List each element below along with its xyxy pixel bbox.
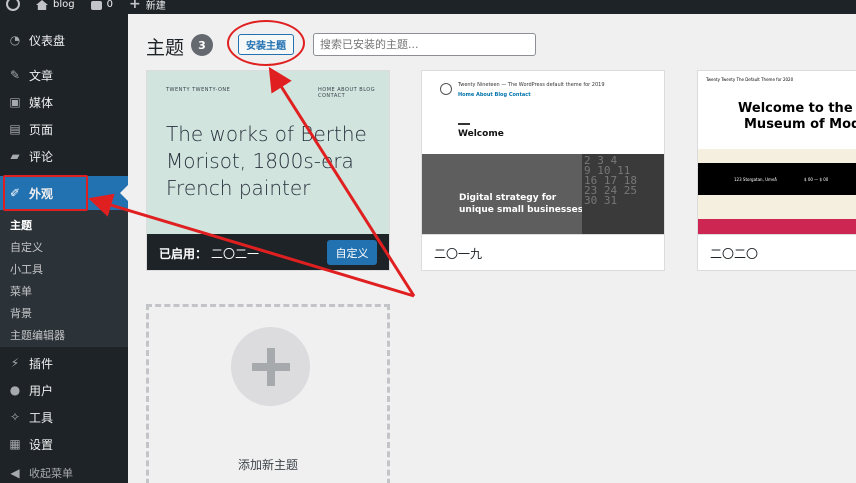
collapse-menu-label: 收起菜单 (29, 467, 73, 480)
install-theme-button[interactable]: 安装主题 (238, 34, 294, 55)
sidebar-item-label: 媒体 (29, 95, 54, 110)
page-title: 主题 (146, 37, 185, 59)
theme-screenshot: TWENTY TWENTY-ONE HOME ABOUT BLOG CONTAC… (147, 71, 389, 234)
preview-heading: The works of Berthe Morisot, 1800s-era F… (166, 122, 367, 200)
comments-count: 0 (106, 0, 113, 10)
theme-card-twentytwentyone[interactable]: TWENTY TWENTY-ONE HOME ABOUT BLOG CONTAC… (146, 70, 390, 271)
site-name-link[interactable]: blog (36, 0, 75, 10)
wordpress-logo-icon (6, 0, 20, 11)
new-content-link[interactable]: + 新建 (128, 0, 166, 12)
sidebar-item-settings[interactable]: ▦ 设置 (0, 433, 128, 455)
theme-name-bar: 已启用： 二〇二一 自定义 (147, 234, 389, 270)
dashboard-icon: ◔ (9, 33, 21, 47)
preview-address: 123 Storgatan, Umeå (734, 177, 777, 182)
preview-heading-line2: Museum of Mode (744, 117, 856, 132)
sidebar-item-appearance[interactable]: ✐ 外观 (0, 176, 128, 210)
theme-screenshot: Twenty Twenty The Default Theme for 2020… (698, 71, 856, 234)
sidebar-item-users[interactable]: ● 用户 (0, 379, 128, 401)
appearance-brush-icon: ✐ (9, 186, 21, 200)
add-plus-icon (231, 327, 310, 406)
sidebar-item-comments[interactable]: ▰ 评论 (0, 145, 128, 167)
media-icon: ▣ (9, 95, 21, 109)
sidebar-item-label: 外观 (29, 186, 54, 201)
wordpress-logo-icon (440, 83, 452, 95)
add-new-theme-card[interactable]: 添加新主题 (146, 304, 390, 483)
preview-site-title: Twenty Twenty The Default Theme for 2020 (706, 77, 794, 82)
appearance-submenu: 主题 自定义 小工具 菜单 背景 主题编辑器 (0, 210, 128, 347)
active-theme-prefix: 已启用： (159, 246, 208, 261)
preview-calendar-graphic: 2 3 4 9 10 11 16 17 18 23 24 25 30 31 (582, 154, 664, 234)
sidebar-item-label: 工具 (29, 410, 54, 425)
admin-bar: blog 0 + 新建 (0, 0, 856, 14)
add-new-theme-label: 添加新主题 (237, 458, 298, 472)
plus-icon: + (128, 0, 141, 12)
preview-hero-text: Digital strategy for unique small busine… (459, 193, 584, 215)
submenu-item-theme-editor[interactable]: 主题编辑器 (10, 327, 65, 343)
submenu-item-background[interactable]: 背景 (10, 305, 32, 321)
preview-site-title: TWENTY TWENTY-ONE (166, 87, 231, 93)
submenu-item-menus[interactable]: 菜单 (10, 283, 32, 299)
sidebar-item-label: 文章 (29, 68, 54, 83)
wordpress-logo-button[interactable] (6, 0, 20, 11)
sidebar-item-media[interactable]: ▣ 媒体 (0, 91, 128, 113)
sidebar-item-pages[interactable]: ▤ 页面 (0, 118, 128, 140)
pin-icon: ✎ (9, 68, 21, 82)
theme-screenshot: Twenty Nineteen — The WordPress default … (422, 71, 664, 234)
preview-menu: Home About Blog Contact (458, 92, 531, 98)
theme-name: 二〇二一 (211, 246, 260, 261)
theme-search-input[interactable] (313, 33, 536, 56)
preview-hero: Digital strategy for unique small busine… (422, 154, 664, 234)
sidebar-item-label: 用户 (29, 383, 54, 398)
new-content-label: 新建 (145, 0, 166, 12)
comment-icon: ▰ (10, 149, 20, 163)
home-icon (36, 0, 48, 10)
theme-card-twentynineteen[interactable]: Twenty Nineteen — The WordPress default … (421, 70, 665, 271)
preview-divider (458, 123, 470, 125)
collapse-menu-button[interactable]: ◀ 收起菜单 (0, 462, 128, 483)
sidebar-item-label: 评论 (29, 149, 54, 164)
customize-button[interactable]: 自定义 (327, 240, 377, 265)
sidebar-item-label: 插件 (29, 356, 54, 371)
plugin-icon: ⚡ (10, 356, 20, 370)
sidebar-item-label: 设置 (29, 437, 54, 452)
preview-menu: HOME ABOUT BLOG CONTACT (318, 87, 376, 99)
theme-name-bar: 二〇二〇 (698, 234, 856, 270)
sidebar-item-label: 页面 (29, 122, 54, 137)
user-icon: ● (9, 383, 21, 397)
preview-welcome: Welcome (458, 129, 504, 139)
preview-heading-line1: Welcome to the Sw (738, 101, 856, 116)
sidebar-item-plugins[interactable]: ⚡ 插件 (0, 352, 128, 374)
collapse-arrow-icon: ◀ (10, 466, 20, 480)
sidebar-item-label: 仪表盘 (29, 33, 66, 48)
sidebar-item-dashboard[interactable]: ◔ 仪表盘 (0, 29, 128, 51)
preview-site-title: Twenty Nineteen — The WordPress default … (458, 82, 605, 88)
comment-bubble-icon (90, 0, 102, 10)
submenu-item-customize[interactable]: 自定义 (10, 239, 43, 255)
admin-sidebar: ◔ 仪表盘 ✎ 文章 ▣ 媒体 ▤ 页面 ▰ 评论 ✐ 外观 主题 自定义 小工… (0, 14, 128, 483)
theme-name-bar: 二〇一九 (422, 234, 664, 270)
site-name-label: blog (53, 0, 75, 10)
preview-info-band: 123 Storgatan, Umeå $ 00 — $ 00 (698, 163, 856, 195)
submenu-item-widgets[interactable]: 小工具 (10, 261, 43, 277)
settings-icon: ▦ (9, 437, 21, 451)
theme-name: 二〇二〇 (710, 247, 759, 261)
theme-card-twentytwenty[interactable]: Twenty Twenty The Default Theme for 2020… (697, 70, 856, 271)
wrench-icon: ✧ (9, 410, 21, 424)
page-icon: ▤ (9, 122, 21, 136)
comments-link[interactable]: 0 (90, 0, 113, 10)
theme-name: 二〇一九 (434, 247, 483, 261)
preview-pink-band (698, 219, 856, 234)
preview-price: $ 00 — $ 00 (804, 177, 829, 182)
submenu-item-themes[interactable]: 主题 (10, 217, 32, 233)
theme-count-badge: 3 (191, 34, 213, 56)
sidebar-item-posts[interactable]: ✎ 文章 (0, 64, 128, 86)
sidebar-item-tools[interactable]: ✧ 工具 (0, 406, 128, 428)
